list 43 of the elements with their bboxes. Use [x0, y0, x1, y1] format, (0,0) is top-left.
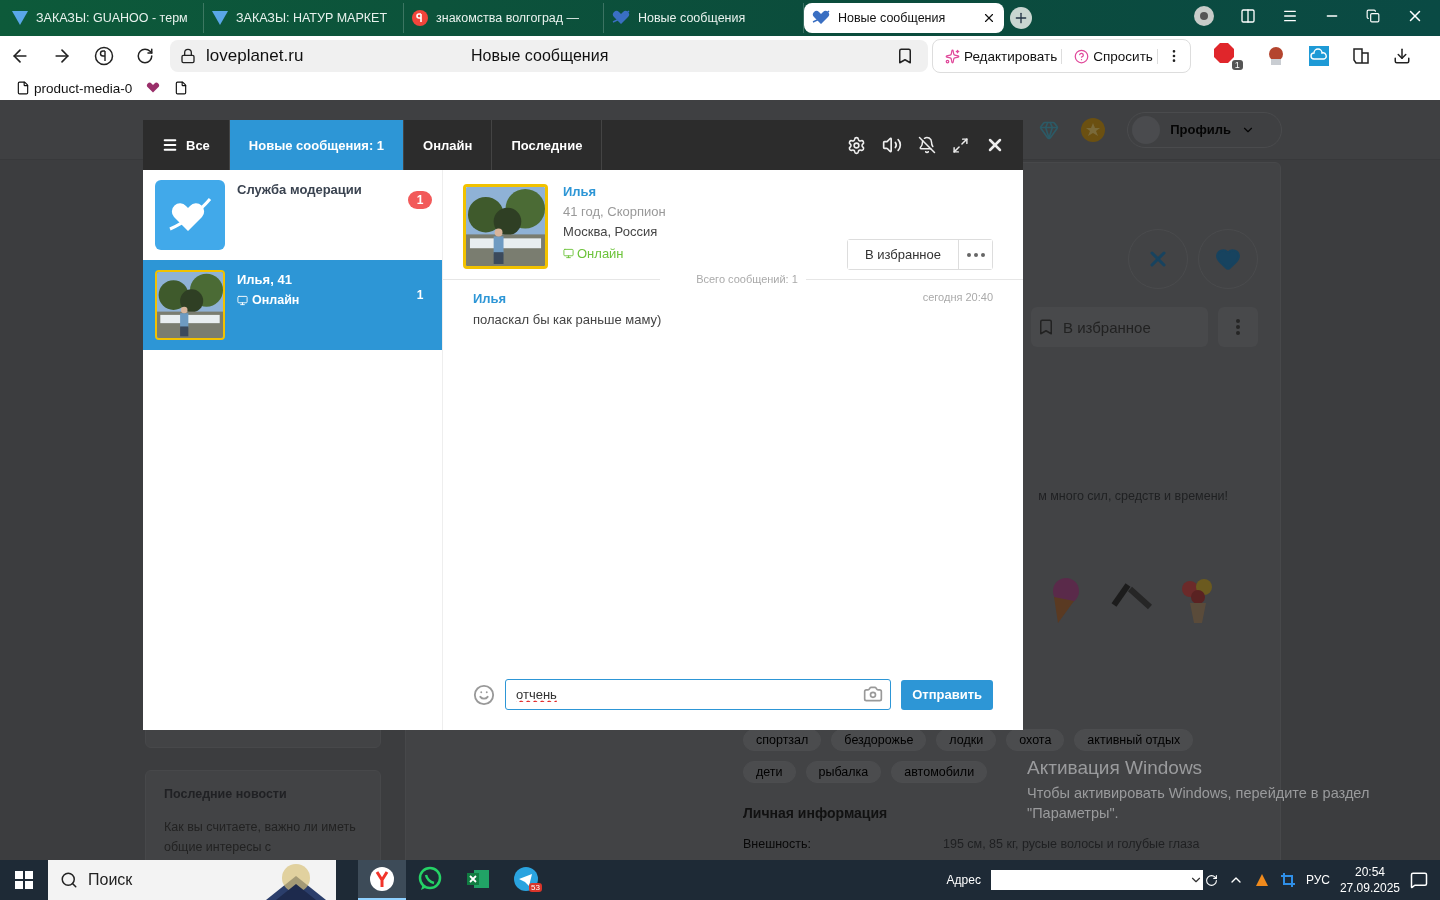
extension-button[interactable]: 1 — [1212, 42, 1243, 70]
profile-details: 41 год, Скорпион — [563, 204, 667, 219]
activation-title: Активация Windows — [1027, 757, 1204, 779]
browser-tab[interactable]: ЗАКАЗЫ: GUAHOO - терм — [4, 3, 204, 33]
browser-tab[interactable]: знакомства волгоград — — [404, 3, 604, 33]
info-label: Внешность: — [743, 837, 813, 851]
contact-name: Илья, 41 — [237, 272, 293, 287]
unread-count: 1 — [408, 191, 432, 209]
clock[interactable]: 20:54 27.09.2025 — [1339, 865, 1400, 895]
address-host: loveplanet.ru — [206, 46, 304, 66]
message-input[interactable]: отчень — [505, 679, 892, 710]
unread-count: 1 — [415, 287, 425, 304]
taskbar-search[interactable]: Поиск — [48, 860, 336, 900]
message-count: Всего сообщений: 1 — [696, 273, 798, 285]
profile-city: Москва, Россия — [563, 224, 659, 239]
chat-tab[interactable]: Последние — [492, 120, 603, 170]
page-title: Новые сообщения — [470, 47, 610, 65]
activation-text: Чтобы активировать Windows, перейдите в раздел "Параметры". — [1027, 784, 1371, 823]
browser-tab[interactable]: Новые сообщения — [804, 3, 1004, 33]
online-status: Онлайн — [577, 246, 624, 261]
contact-name: Служба модерации — [237, 182, 363, 197]
interest-tag: рыбалка — [805, 761, 882, 783]
bookmark-item[interactable]: product-media-0 — [16, 80, 133, 96]
language-indicator[interactable]: РУС — [1305, 873, 1330, 887]
app-badge: 53 — [529, 883, 542, 892]
interest-tag: спортзал — [743, 729, 822, 751]
taskbar-app[interactable]: 53 — [502, 860, 550, 900]
browser-tab[interactable]: Новые сообщения — [604, 3, 804, 33]
interest-tag: активный отдых — [1074, 729, 1194, 751]
assistant-button[interactable]: Редактировать — [941, 48, 1063, 64]
interest-tag: дети — [743, 761, 796, 783]
address-bar[interactable]: loveplanet.ru Новые сообщения — [170, 40, 928, 72]
extension-badge: 1 — [1231, 60, 1243, 70]
assistant-button[interactable]: Спросить — [1070, 48, 1158, 64]
message-text: поласкал бы как раньше маму) — [473, 312, 663, 327]
interest-tag: бездорожье — [831, 729, 927, 751]
address-label: Адрес — [946, 873, 981, 887]
interest-tag: охота — [1006, 729, 1065, 751]
interest-tag: лодки — [936, 729, 997, 751]
contact-status: Онлайн — [252, 293, 300, 307]
interest-tag: автомобили — [891, 761, 988, 783]
message-time: сегодня 20:40 — [922, 291, 993, 305]
browser-tab[interactable]: ЗАКАЗЫ: НАТУР МАРКЕТ — [204, 3, 404, 33]
